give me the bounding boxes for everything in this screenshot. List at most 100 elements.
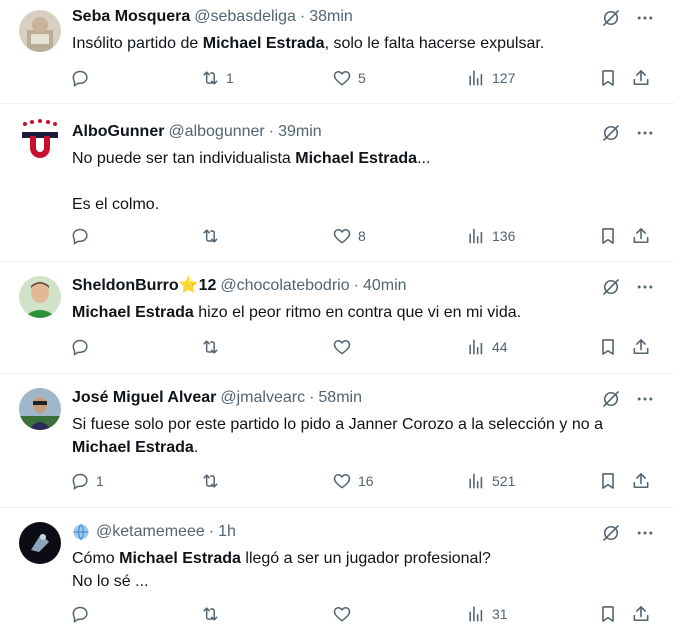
highlight-term: Michael Estrada — [72, 439, 194, 456]
tweet[interactable]: SheldonBurro⭐12 @chocolatebodrio · 40min… — [0, 262, 675, 374]
tweet-time[interactable]: 58min — [318, 388, 362, 408]
tweet-text-post: . — [193, 439, 199, 456]
tweet[interactable]: AlboGunner @albogunner · 39min No puede … — [0, 104, 675, 262]
retweet-button[interactable] — [200, 471, 226, 491]
reply-button[interactable] — [70, 68, 96, 88]
views-icon — [466, 68, 486, 88]
like-button[interactable] — [332, 337, 358, 357]
tweet-content: José Miguel Alvear @jmalvearc · 58min Si… — [72, 388, 655, 459]
highlight-term: Michael Estrada — [119, 550, 241, 567]
tweet-content: @ketamemeee · 1h Cómo Michael Estrada ll… — [72, 522, 655, 593]
like-button[interactable]: 16 — [332, 471, 374, 491]
reply-icon — [70, 68, 90, 88]
tweet-actions: 44 — [70, 337, 655, 359]
views-icon — [466, 471, 486, 491]
views-count: 521 — [492, 473, 516, 489]
views-button[interactable]: 136 — [466, 226, 515, 246]
views-count: 31 — [492, 606, 508, 622]
avatar[interactable] — [19, 118, 61, 160]
separator-dot: · — [208, 523, 215, 540]
reply-button[interactable] — [70, 226, 96, 246]
tweet-text-pre: Insólito partido de — [72, 35, 203, 52]
reply-button[interactable]: 1 — [70, 471, 104, 491]
tweet-content: AlboGunner @albogunner · 39min No puede … — [72, 122, 655, 216]
reply-icon — [70, 604, 90, 624]
share-button[interactable] — [631, 471, 651, 491]
tweet-actions: 31 — [70, 604, 655, 626]
retweet-icon — [200, 604, 220, 624]
author-handle[interactable]: @sebasdeliga — [194, 7, 296, 27]
heart-icon — [332, 471, 352, 491]
retweet-button[interactable] — [200, 337, 226, 357]
retweet-button[interactable] — [200, 226, 226, 246]
retweet-count: 1 — [226, 70, 234, 86]
share-icon — [631, 471, 651, 491]
tweet-header: José Miguel Alvear @jmalvearc · 58min — [72, 388, 655, 408]
tweet-text: Si fuese solo por este partido lo pido a… — [72, 413, 655, 459]
views-button[interactable]: 521 — [466, 471, 515, 491]
avatar[interactable] — [19, 522, 61, 564]
tweet-feed: Seba Mosquera @sebasdeliga · 38min Insól… — [0, 0, 675, 643]
tweet-header: @ketamemeee · 1h — [72, 522, 655, 542]
views-icon — [466, 226, 486, 246]
tweet-time[interactable]: 39min — [278, 122, 322, 142]
reply-icon — [70, 226, 90, 246]
bookmark-icon — [598, 337, 618, 357]
retweet-button[interactable]: 1 — [200, 68, 234, 88]
views-button[interactable]: 127 — [466, 68, 515, 88]
like-button[interactable]: 5 — [332, 68, 366, 88]
retweet-button[interactable] — [200, 604, 226, 624]
views-button[interactable]: 31 — [466, 604, 508, 624]
share-button[interactable] — [631, 226, 651, 246]
reply-icon — [70, 337, 90, 357]
author-name[interactable]: SheldonBurro⭐12 — [72, 276, 216, 296]
bookmark-icon — [598, 471, 618, 491]
like-button[interactable] — [332, 604, 358, 624]
tweet-text: Michael Estrada hizo el peor ritmo en co… — [72, 301, 655, 324]
bookmark-button[interactable] — [598, 337, 618, 357]
bookmark-button[interactable] — [598, 226, 618, 246]
tweet-content: SheldonBurro⭐12 @chocolatebodrio · 40min… — [72, 276, 655, 324]
author-handle[interactable]: @ketamemeee — [96, 522, 205, 542]
heart-icon — [332, 226, 352, 246]
author-name[interactable]: Seba Mosquera — [72, 7, 190, 27]
like-count: 8 — [358, 228, 366, 244]
tweet[interactable]: José Miguel Alvear @jmalvearc · 58min Si… — [0, 374, 675, 508]
bookmark-button[interactable] — [598, 471, 618, 491]
author-handle[interactable]: @chocolatebodrio — [220, 276, 349, 296]
tweet-time[interactable]: 40min — [363, 276, 407, 296]
tweet[interactable]: @ketamemeee · 1h Cómo Michael Estrada ll… — [0, 508, 675, 643]
author-handle[interactable]: @jmalvearc — [220, 388, 305, 408]
share-icon — [631, 604, 651, 624]
author-handle[interactable]: @albogunner — [168, 122, 264, 142]
tweet-text: Insólito partido de Michael Estrada, sol… — [72, 32, 655, 55]
like-count: 16 — [358, 473, 374, 489]
views-button[interactable]: 44 — [466, 337, 508, 357]
avatar[interactable] — [19, 388, 61, 430]
bookmark-button[interactable] — [598, 68, 618, 88]
avatar[interactable] — [19, 276, 61, 318]
share-button[interactable] — [631, 604, 651, 624]
reply-button[interactable] — [70, 337, 96, 357]
author-name[interactable]: AlboGunner — [72, 122, 164, 142]
views-icon — [466, 604, 486, 624]
heart-icon — [332, 68, 352, 88]
tweet-header: AlboGunner @albogunner · 39min — [72, 122, 655, 142]
share-button[interactable] — [631, 68, 651, 88]
tweet-text-post: hizo el peor ritmo en contra que vi en m… — [193, 304, 522, 321]
views-count: 127 — [492, 70, 516, 86]
author-name[interactable]: José Miguel Alvear — [72, 388, 216, 408]
tweet-time[interactable]: 1h — [218, 522, 236, 542]
tweet[interactable]: Seba Mosquera @sebasdeliga · 38min Insól… — [0, 0, 675, 104]
share-button[interactable] — [631, 337, 651, 357]
avatar[interactable] — [19, 10, 61, 52]
separator-dot: · — [309, 389, 315, 406]
tweet-text: Cómo Michael Estrada llegó a ser un juga… — [72, 547, 655, 593]
heart-icon — [332, 604, 352, 624]
like-button[interactable]: 8 — [332, 226, 366, 246]
tweet-actions: 1 5 127 — [70, 68, 655, 90]
tweet-time[interactable]: 38min — [309, 7, 353, 27]
tweet-text-post: , solo le falta hacerse expulsar. — [324, 35, 545, 52]
bookmark-button[interactable] — [598, 604, 618, 624]
reply-button[interactable] — [70, 604, 96, 624]
